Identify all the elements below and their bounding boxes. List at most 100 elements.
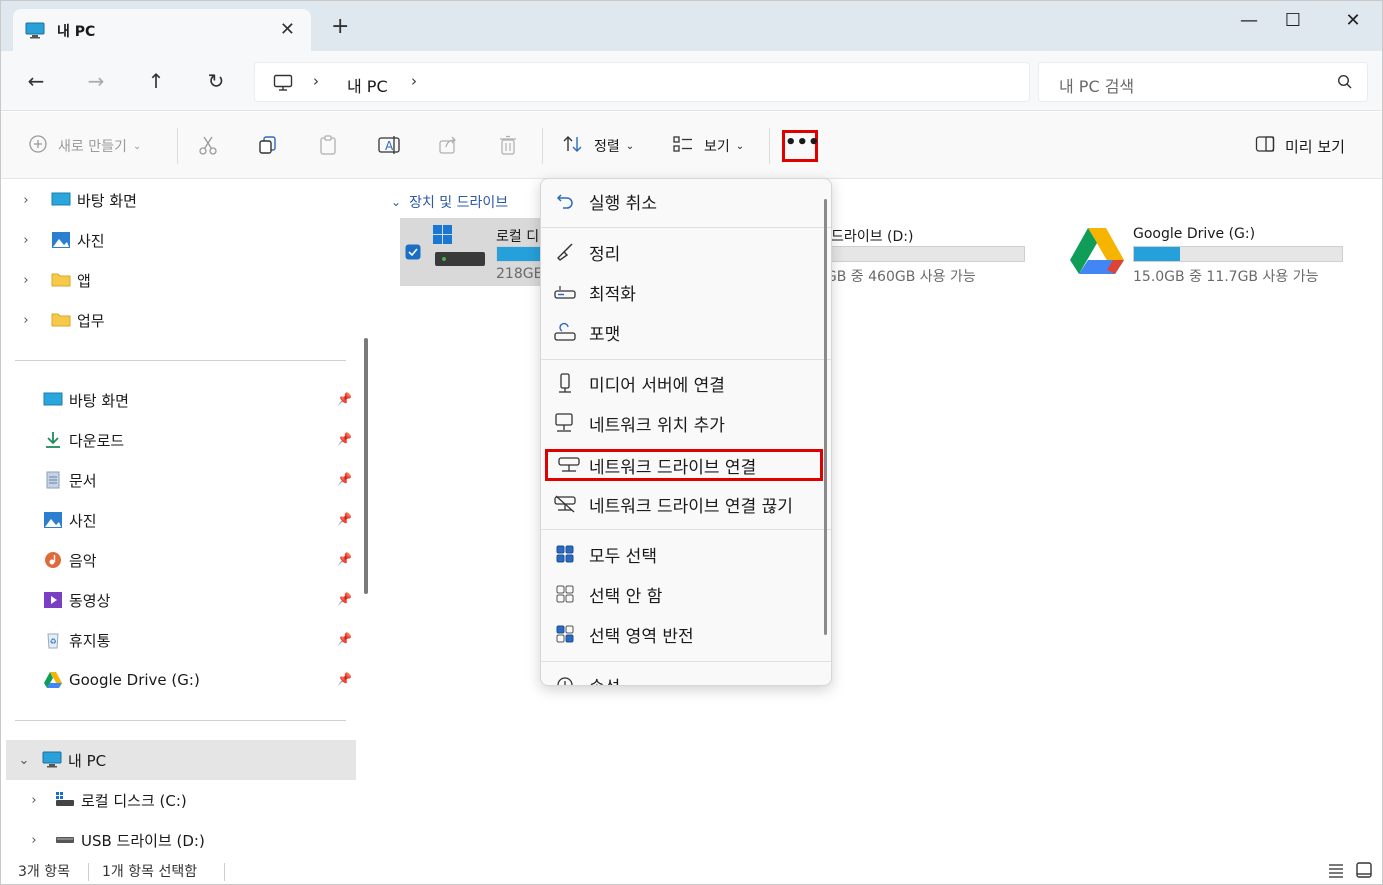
quick-access-desktop[interactable]: 바탕 화면 📌 xyxy=(1,380,356,420)
sidebar-item-work[interactable]: › 업무 xyxy=(1,300,356,340)
chevron-right-icon[interactable]: › xyxy=(1,233,51,248)
more-options-menu: 실행 취소 정리 최적화 포맷 미디어 서버에 연결 네트워크 위치 추가 네트… xyxy=(540,178,832,686)
menu-item-map-network-drive[interactable]: 네트워크 드라이브 연결 xyxy=(545,449,823,481)
sidebar-item-label: 업무 xyxy=(77,311,105,330)
drive-usage-fill xyxy=(1134,247,1180,261)
details-view-icon[interactable] xyxy=(1327,862,1345,882)
delete-icon[interactable] xyxy=(497,134,521,158)
chevron-right-icon[interactable]: › xyxy=(1,313,51,328)
pin-icon[interactable]: 📌 xyxy=(337,592,352,606)
media-server-icon xyxy=(541,372,589,394)
tab-my-pc[interactable]: 내 PC ✕ xyxy=(13,9,311,51)
chevron-down-icon: ⌄ xyxy=(625,140,635,152)
menu-item-invert-selection[interactable]: 선택 영역 반전 xyxy=(541,614,831,654)
breadcrumb-separator[interactable]: › xyxy=(313,72,319,90)
share-icon[interactable] xyxy=(437,134,461,158)
broom-icon xyxy=(541,242,589,262)
menu-item-format[interactable]: 포맷 xyxy=(541,312,831,352)
search-box[interactable]: 내 PC 검색 xyxy=(1038,62,1368,102)
folder-icon xyxy=(51,271,71,289)
preview-button[interactable]: 미리 보기 xyxy=(1255,135,1345,157)
quick-access-downloads[interactable]: 다운로드 📌 xyxy=(1,420,356,460)
pin-icon[interactable]: 📌 xyxy=(337,392,352,406)
minimize-button[interactable]: — xyxy=(1227,7,1271,35)
refresh-button[interactable]: ↻ xyxy=(201,67,231,95)
large-icons-view-icon[interactable] xyxy=(1355,861,1373,883)
quick-access-music[interactable]: 음악 📌 xyxy=(1,540,356,580)
new-button[interactable]: 새로 만들기 ⌄ xyxy=(28,135,141,157)
sidebar-scrollbar[interactable] xyxy=(364,338,368,594)
chevron-right-icon[interactable]: › xyxy=(1,273,51,288)
menu-scrollbar[interactable] xyxy=(824,199,827,635)
divider xyxy=(542,128,543,164)
pin-icon[interactable]: 📌 xyxy=(337,512,352,526)
file-explorer-window: 내 PC ✕ + — ☐ ✕ ← → ↑ ↻ › 내 PC › 내 PC 검색 xyxy=(0,0,1383,885)
drive-size: 7GB 중 460GB 사용 가능 xyxy=(817,269,976,285)
sidebar-item-my-pc[interactable]: ⌄ 내 PC xyxy=(6,740,356,780)
menu-item-cleanup[interactable]: 정리 xyxy=(541,232,831,272)
sidebar-item-desktop[interactable]: › 바탕 화면 xyxy=(1,180,356,220)
address-bar[interactable]: › 내 PC › xyxy=(254,62,1030,102)
sort-button[interactable]: 정렬 ⌄ xyxy=(562,135,634,157)
status-bar: 3개 항목 1개 항목 선택함 xyxy=(1,857,1382,884)
breadcrumb-separator[interactable]: › xyxy=(411,72,417,90)
breadcrumb-my-pc[interactable]: 내 PC xyxy=(347,73,388,97)
pin-icon[interactable]: 📌 xyxy=(337,472,352,486)
sidebar-item-local-disk[interactable]: › 로컬 디스크 (C:) xyxy=(1,780,356,820)
chevron-right-icon[interactable]: › xyxy=(1,193,51,208)
music-icon xyxy=(43,551,63,569)
sidebar-item-label: 바탕 화면 xyxy=(77,191,137,210)
quick-access-documents[interactable]: 문서 📌 xyxy=(1,460,356,500)
menu-item-undo[interactable]: 실행 취소 xyxy=(541,181,831,221)
chevron-right-icon[interactable]: › xyxy=(1,833,55,848)
back-button[interactable]: ← xyxy=(21,67,51,95)
pictures-icon xyxy=(43,511,63,529)
search-input[interactable]: 내 PC 검색 xyxy=(1059,73,1134,97)
chevron-right-icon[interactable]: › xyxy=(1,793,55,808)
menu-item-properties[interactable]: 속성 xyxy=(541,665,831,685)
sidebar-item-label: 내 PC xyxy=(68,751,107,770)
menu-item-label: 선택 안 함 xyxy=(589,586,663,607)
quick-access-pictures[interactable]: 사진 📌 xyxy=(1,500,356,540)
drive-tile-google-drive[interactable]: Google Drive (G:) 15.0GB 중 11.7GB 사용 가능 xyxy=(1069,218,1369,286)
pin-icon[interactable]: 📌 xyxy=(337,632,352,646)
menu-item-select-all[interactable]: 모두 선택 xyxy=(541,534,831,574)
maximize-button[interactable]: ☐ xyxy=(1271,7,1315,35)
new-tab-button[interactable]: + xyxy=(331,16,349,38)
menu-item-optimize[interactable]: 최적화 xyxy=(541,272,831,312)
divider xyxy=(769,128,770,164)
up-button[interactable]: ↑ xyxy=(141,67,171,95)
menu-item-label: 모두 선택 xyxy=(589,546,657,567)
sidebar-item-apps[interactable]: › 앱 xyxy=(1,260,356,300)
menu-item-connect-media-server[interactable]: 미디어 서버에 연결 xyxy=(541,363,831,403)
sidebar-item-label: Google Drive (G:) xyxy=(69,671,200,689)
view-button[interactable]: 보기 ⌄ xyxy=(672,135,744,157)
menu-item-label: 실행 취소 xyxy=(589,193,657,214)
tab-close-button[interactable]: ✕ xyxy=(280,19,295,40)
sidebar-item-usb-drive[interactable]: › USB 드라이브 (D:) xyxy=(1,820,356,860)
quick-access-google-drive[interactable]: Google Drive (G:) 📌 xyxy=(1,660,356,700)
divider xyxy=(177,128,178,164)
quick-access-videos[interactable]: 동영상 📌 xyxy=(1,580,356,620)
more-options-button[interactable]: ••• xyxy=(782,130,820,162)
menu-item-add-network-location[interactable]: 네트워크 위치 추가 xyxy=(541,403,831,443)
copy-icon[interactable] xyxy=(257,134,281,158)
devices-group-header[interactable]: ⌄ 장치 및 드라이브 xyxy=(391,192,508,212)
menu-item-select-none[interactable]: 선택 안 함 xyxy=(541,574,831,614)
window-close-button[interactable]: ✕ xyxy=(1331,7,1375,35)
pin-icon[interactable]: 📌 xyxy=(337,672,352,686)
rename-icon[interactable]: A xyxy=(377,134,401,158)
forward-button[interactable]: → xyxy=(81,67,111,95)
paste-icon[interactable] xyxy=(317,134,341,158)
pin-icon[interactable]: 📌 xyxy=(337,432,352,446)
menu-item-disconnect-network-drive[interactable]: 네트워크 드라이브 연결 끊기 xyxy=(541,484,831,524)
sort-label: 정렬 xyxy=(594,139,620,155)
pin-icon[interactable]: 📌 xyxy=(337,552,352,566)
chevron-down-icon[interactable]: ⌄ xyxy=(6,753,42,768)
sidebar-item-pictures[interactable]: › 사진 xyxy=(1,220,356,260)
menu-item-label: 정리 xyxy=(589,244,621,265)
quick-access-recycle-bin[interactable]: ♻ 휴지통 📌 xyxy=(1,620,356,660)
cut-icon[interactable] xyxy=(197,134,221,158)
sidebar-item-label: 음악 xyxy=(69,551,97,570)
checkbox-checked-icon[interactable] xyxy=(405,244,421,264)
